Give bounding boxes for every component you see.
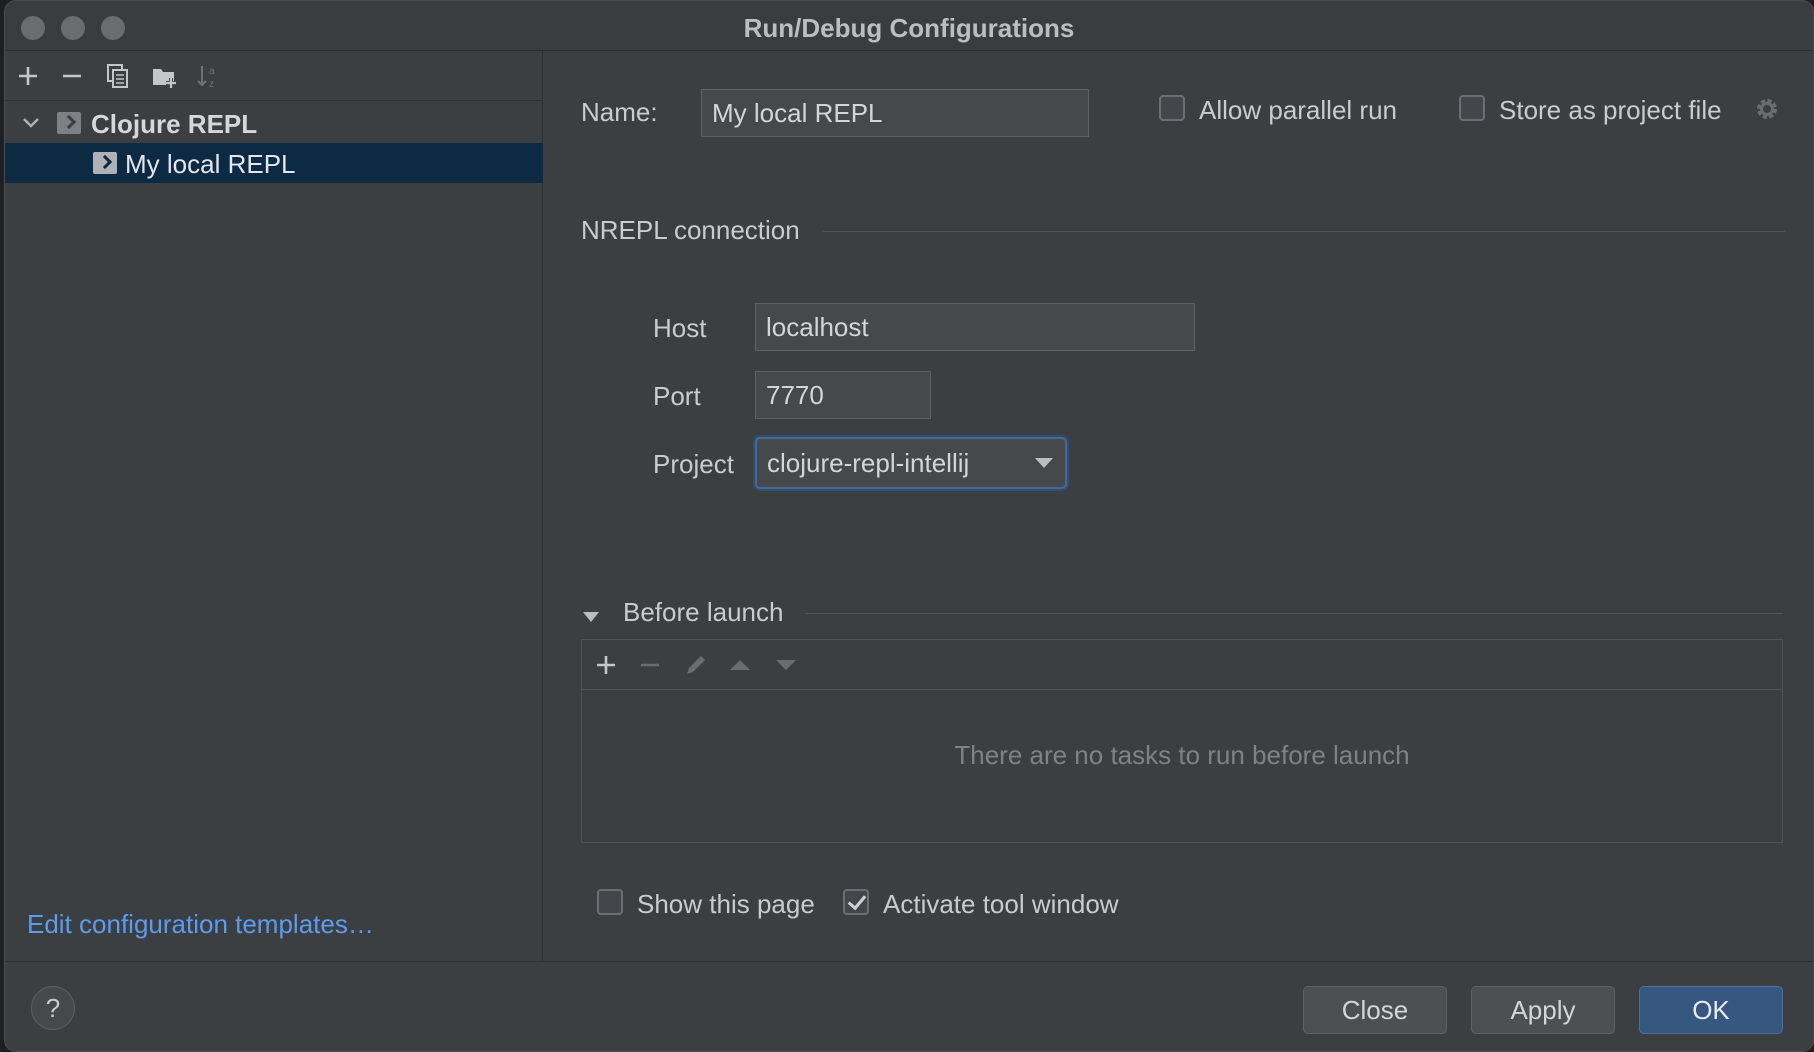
nrepl-section-title: NREPL connection [581,215,800,245]
close-button[interactable]: Close [1303,986,1447,1034]
port-field[interactable] [755,371,931,419]
configurations-toolbar: a z [5,51,542,101]
copy-configuration-button[interactable] [101,61,135,91]
ok-button[interactable]: OK [1639,986,1783,1034]
add-icon [19,67,37,85]
new-folder-button[interactable] [147,61,181,91]
section-divider [823,231,1785,232]
allow-parallel-run-label: Allow parallel run [1199,95,1397,125]
tree-item-my-local-repl[interactable]: My local REPL [5,143,543,183]
apply-button[interactable]: Apply [1471,986,1615,1034]
project-label: Project [653,449,734,479]
project-dropdown[interactable]: clojure-repl-intellij [755,437,1067,489]
move-down-icon [776,660,796,670]
chevron-down-icon[interactable] [19,111,43,135]
remove-task-button[interactable] [634,649,666,681]
move-down-button[interactable] [770,649,802,681]
copy-icon [107,64,128,88]
sort-icon: a z [197,66,215,89]
host-field[interactable] [755,303,1195,351]
tree-group-clojure-repl[interactable]: Clojure REPL [5,103,543,143]
host-label: Host [653,313,707,343]
dialog-button-bar: ? Close Apply OK [5,961,1813,1051]
tree-group-label: Clojure REPL [91,109,258,139]
remove-configuration-button[interactable] [55,61,89,91]
before-launch-title: Before launch [623,597,784,627]
configuration-editor: Name: Allow parallel run Store as projec… [545,51,1813,961]
dropdown-arrow-icon [1035,458,1053,468]
gear-icon[interactable] [1753,95,1781,123]
edit-icon [687,656,705,674]
add-configuration-button[interactable] [11,61,45,91]
remove-icon [641,663,659,667]
section-divider [805,613,1783,614]
before-launch-panel: There are no tasks to run before launch [581,639,1783,843]
collapse-triangle-icon[interactable] [581,607,601,627]
tree-item-label: My local REPL [125,149,296,179]
project-dropdown-value: clojure-repl-intellij [767,448,970,478]
before-launch-empty-text: There are no tasks to run before launch [954,740,1410,770]
add-icon [597,656,615,674]
edit-task-button[interactable] [680,649,712,681]
remove-icon [63,74,81,78]
help-button[interactable]: ? [31,986,75,1030]
activate-tool-window-checkbox[interactable] [843,889,869,915]
sort-configurations-button[interactable]: a z [191,61,225,91]
show-this-page-checkbox[interactable] [597,889,623,915]
name-field[interactable] [701,89,1089,137]
before-launch-toolbar [582,640,1782,690]
clojure-repl-config-icon [93,152,117,174]
allow-parallel-run-checkbox[interactable] [1159,95,1185,121]
port-label: Port [653,381,701,411]
name-label: Name: [581,97,658,127]
clojure-repl-config-icon [57,112,81,134]
configurations-sidebar: a z Clojure REPL My local REPL Edit conf… [5,51,543,961]
edit-configuration-templates-link[interactable]: Edit configuration templates… [27,909,374,940]
show-this-page-label: Show this page [637,889,815,919]
move-up-icon [730,660,750,670]
move-up-button[interactable] [724,649,756,681]
folder-add-icon [153,69,176,88]
run-debug-configurations-dialog: Run/Debug Configurations a z Clojure REP… [4,0,1814,1052]
window-title: Run/Debug Configurations [743,13,1075,43]
store-as-project-file-checkbox[interactable] [1459,95,1485,121]
title-bar: Run/Debug Configurations [5,1,1813,51]
svg-text:a: a [209,66,215,77]
add-task-button[interactable] [590,649,622,681]
svg-text:z: z [209,79,214,89]
activate-tool-window-label: Activate tool window [883,889,1119,919]
store-as-project-file-label: Store as project file [1499,95,1722,125]
